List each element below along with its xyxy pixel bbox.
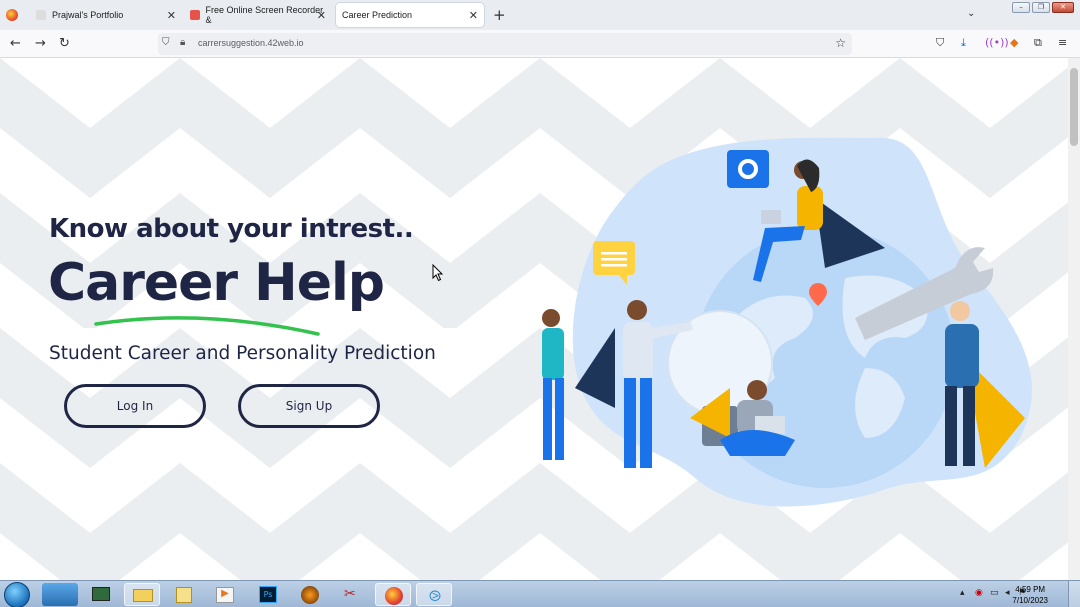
network-icon[interactable]: ▭: [990, 588, 999, 598]
firefox-icon[interactable]: [375, 583, 411, 606]
control-panel-icon[interactable]: [42, 583, 78, 606]
restore-icon[interactable]: ❐: [1032, 2, 1050, 13]
new-tab-icon[interactable]: +: [493, 6, 506, 24]
tab-screen-recorder[interactable]: Free Online Screen Recorder & ✕: [184, 3, 332, 27]
reload-icon[interactable]: ↻: [59, 36, 70, 51]
url-text[interactable]: carrersuggestion.42web.io: [198, 38, 304, 48]
tab-label: Career Prediction: [342, 10, 413, 20]
vscode-icon[interactable]: ⧁: [416, 583, 452, 606]
navigation-toolbar: ← → ↻ ⛉ 🔒︎ carrersuggestion.42web.io ☆ ⛉…: [0, 30, 1080, 58]
close-tab-icon[interactable]: ✕: [469, 9, 478, 22]
hero-subtitle: Student Career and Personality Predictio…: [49, 343, 436, 364]
minimize-icon[interactable]: –: [1012, 2, 1030, 13]
gear-card: [727, 150, 769, 188]
close-window-icon[interactable]: ✕: [1052, 2, 1074, 13]
clock-time: 4:59 PM: [1015, 585, 1046, 594]
page-scrollbar[interactable]: [1068, 58, 1080, 580]
back-icon[interactable]: ←: [10, 36, 21, 51]
tab-label: Prajwal's Portfolio: [52, 10, 124, 20]
person-left: [542, 309, 564, 460]
volume-icon[interactable]: ◂: [1005, 588, 1010, 598]
forward-icon[interactable]: →: [35, 36, 46, 51]
shield-icon[interactable]: ⛉: [162, 37, 170, 48]
login-button[interactable]: Log In: [64, 384, 206, 428]
system-monitor-icon[interactable]: [83, 583, 119, 606]
firefox-menu-icon[interactable]: [6, 9, 18, 21]
page-content: Know about your intrest.. Career Help St…: [0, 58, 1068, 580]
tab-portfolio[interactable]: Prajwal's Portfolio ✕: [30, 3, 182, 27]
close-tab-icon[interactable]: ✕: [317, 9, 326, 22]
list-tabs-icon[interactable]: ⌄: [967, 8, 975, 19]
tray-expand-icon[interactable]: ▴: [960, 588, 965, 598]
career-illustration: [542, 137, 1032, 507]
tab-bar: Prajwal's Portfolio ✕ Free Online Screen…: [0, 0, 1080, 30]
downloads-icon[interactable]: ⤓: [961, 36, 966, 50]
signup-button[interactable]: Sign Up: [238, 384, 380, 428]
title-underline-swoosh: [94, 316, 320, 336]
snipping-tool-icon[interactable]: ✂: [334, 583, 370, 606]
fl-studio-icon[interactable]: [292, 583, 328, 606]
mouse-cursor-icon: [432, 264, 444, 282]
clock-date: 7/10/2023: [1012, 596, 1048, 605]
address-bar[interactable]: ⛉ 🔒︎ carrersuggestion.42web.io ☆: [158, 33, 852, 55]
window-controls: – ❐ ✕: [1012, 2, 1074, 13]
extensions-puzzle-icon[interactable]: ⧉: [1034, 36, 1042, 50]
recorder-favicon-icon: [190, 10, 200, 20]
tray-app-icon[interactable]: ◉: [975, 588, 983, 598]
hero-tagline: Know about your intrest..: [49, 214, 414, 244]
file-manager-icon[interactable]: [166, 583, 202, 606]
tab-career-prediction[interactable]: Career Prediction ✕: [336, 3, 484, 27]
photoshop-icon[interactable]: Ps: [250, 583, 286, 606]
metamask-icon[interactable]: ◆: [1010, 36, 1018, 49]
media-player-icon[interactable]: ▶: [207, 583, 243, 606]
portfolio-favicon-icon: [36, 10, 46, 20]
bookmark-star-icon[interactable]: ☆: [835, 36, 846, 50]
show-desktop-button[interactable]: [1068, 581, 1080, 607]
taskbar-clock[interactable]: 4:59 PM 7/10/2023: [1012, 584, 1048, 606]
menu-icon[interactable]: ≡: [1058, 36, 1067, 49]
windows-taskbar: ▶ Ps ✂ ⧁ ▴ ◉ ▭ ◂ ⚑ 4:59 PM 7/10/2023: [0, 580, 1080, 607]
start-button-icon[interactable]: [4, 582, 30, 607]
extension-icon[interactable]: ((•)): [985, 36, 1009, 49]
tab-label: Free Online Screen Recorder &: [205, 5, 324, 25]
pocket-icon[interactable]: ⛉: [936, 36, 944, 50]
close-tab-icon[interactable]: ✕: [167, 9, 176, 22]
file-explorer-icon[interactable]: [124, 583, 160, 606]
lock-icon[interactable]: 🔒︎: [180, 37, 185, 48]
hero-title: Career Help: [48, 253, 385, 313]
scrollbar-thumb[interactable]: [1070, 68, 1078, 146]
